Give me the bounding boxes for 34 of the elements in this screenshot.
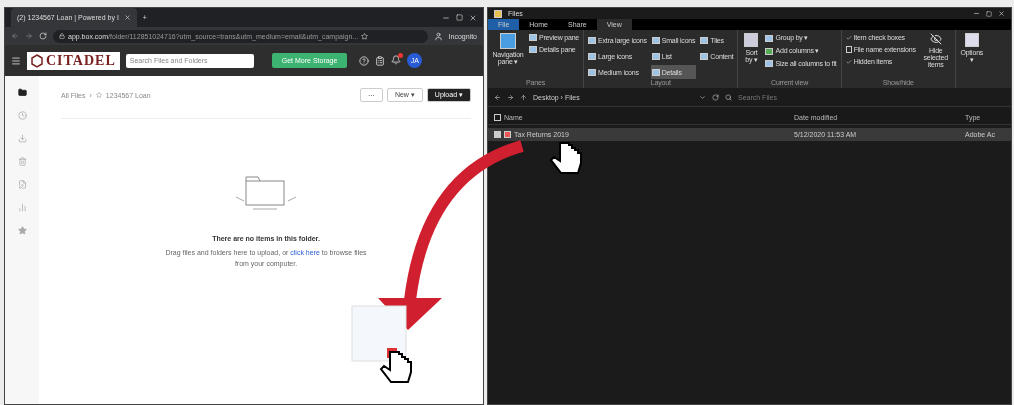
checkbox[interactable] (494, 131, 501, 138)
close-icon[interactable] (469, 13, 477, 22)
tasks-icon[interactable] (375, 55, 386, 66)
forward-icon[interactable] (507, 93, 514, 101)
search-icon (725, 93, 732, 101)
forward-icon[interactable] (25, 32, 33, 40)
minimize-icon[interactable] (973, 10, 980, 17)
up-icon[interactable] (520, 93, 527, 101)
dropdown-icon[interactable] (699, 93, 706, 101)
close-icon[interactable] (998, 10, 1005, 17)
folder-icon (494, 9, 502, 18)
eye-off-icon (929, 33, 942, 45)
menu-icon[interactable] (11, 55, 21, 66)
hand-cursor-icon (379, 351, 412, 383)
check-icon (845, 58, 852, 65)
file-thumbnail-drawing (351, 305, 407, 362)
checkbox[interactable] (494, 113, 501, 121)
checkbox (845, 46, 852, 53)
folder-icon[interactable] (17, 88, 27, 97)
lock-icon (59, 33, 65, 39)
close-icon[interactable] (123, 14, 131, 21)
star-icon[interactable] (17, 226, 27, 235)
hand-cursor-icon (549, 142, 582, 174)
maximize-icon[interactable] (986, 10, 992, 17)
refresh-icon[interactable] (712, 93, 719, 101)
reload-icon[interactable] (39, 32, 47, 40)
help-icon[interactable] (359, 55, 370, 66)
check-icon (845, 34, 852, 41)
star-icon[interactable] (95, 92, 102, 98)
maximize-icon[interactable] (456, 14, 463, 21)
company-logo: CITADEL (27, 51, 120, 70)
back-icon[interactable] (494, 93, 501, 101)
bell-icon[interactable] (391, 55, 402, 66)
profile-icon[interactable] (433, 31, 443, 41)
